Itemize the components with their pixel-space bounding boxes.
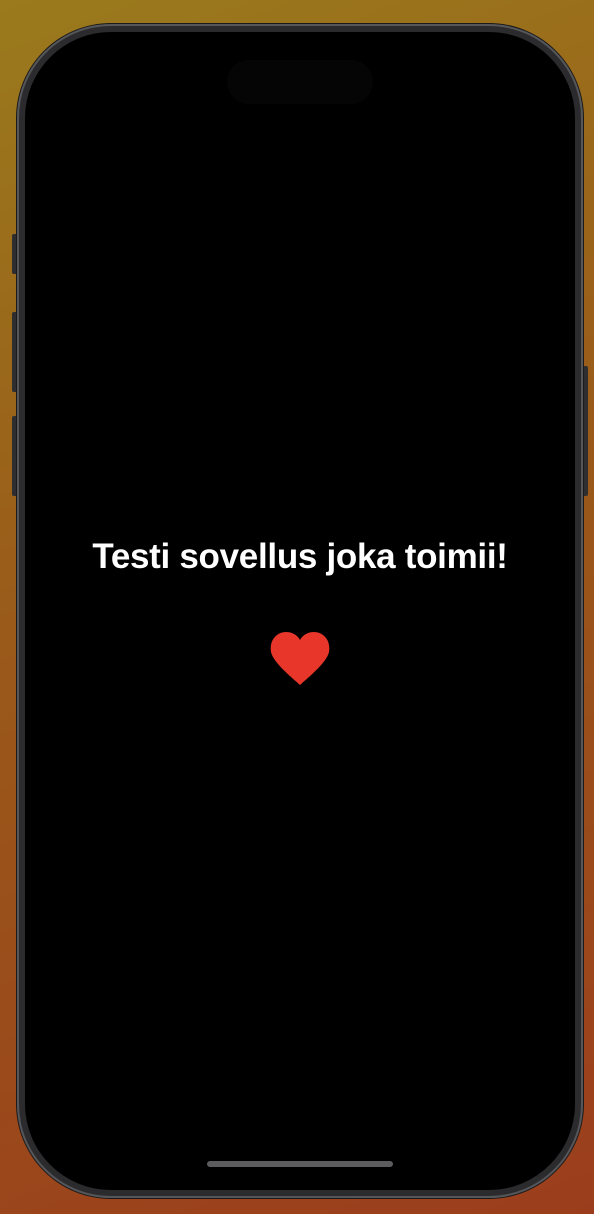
home-indicator[interactable] (207, 1161, 393, 1167)
app-screen: Testi sovellus joka toimii! (25, 32, 575, 1190)
headline-text: Testi sovellus joka toimii! (92, 537, 508, 576)
dynamic-island (227, 60, 373, 104)
heart-icon (270, 632, 330, 685)
